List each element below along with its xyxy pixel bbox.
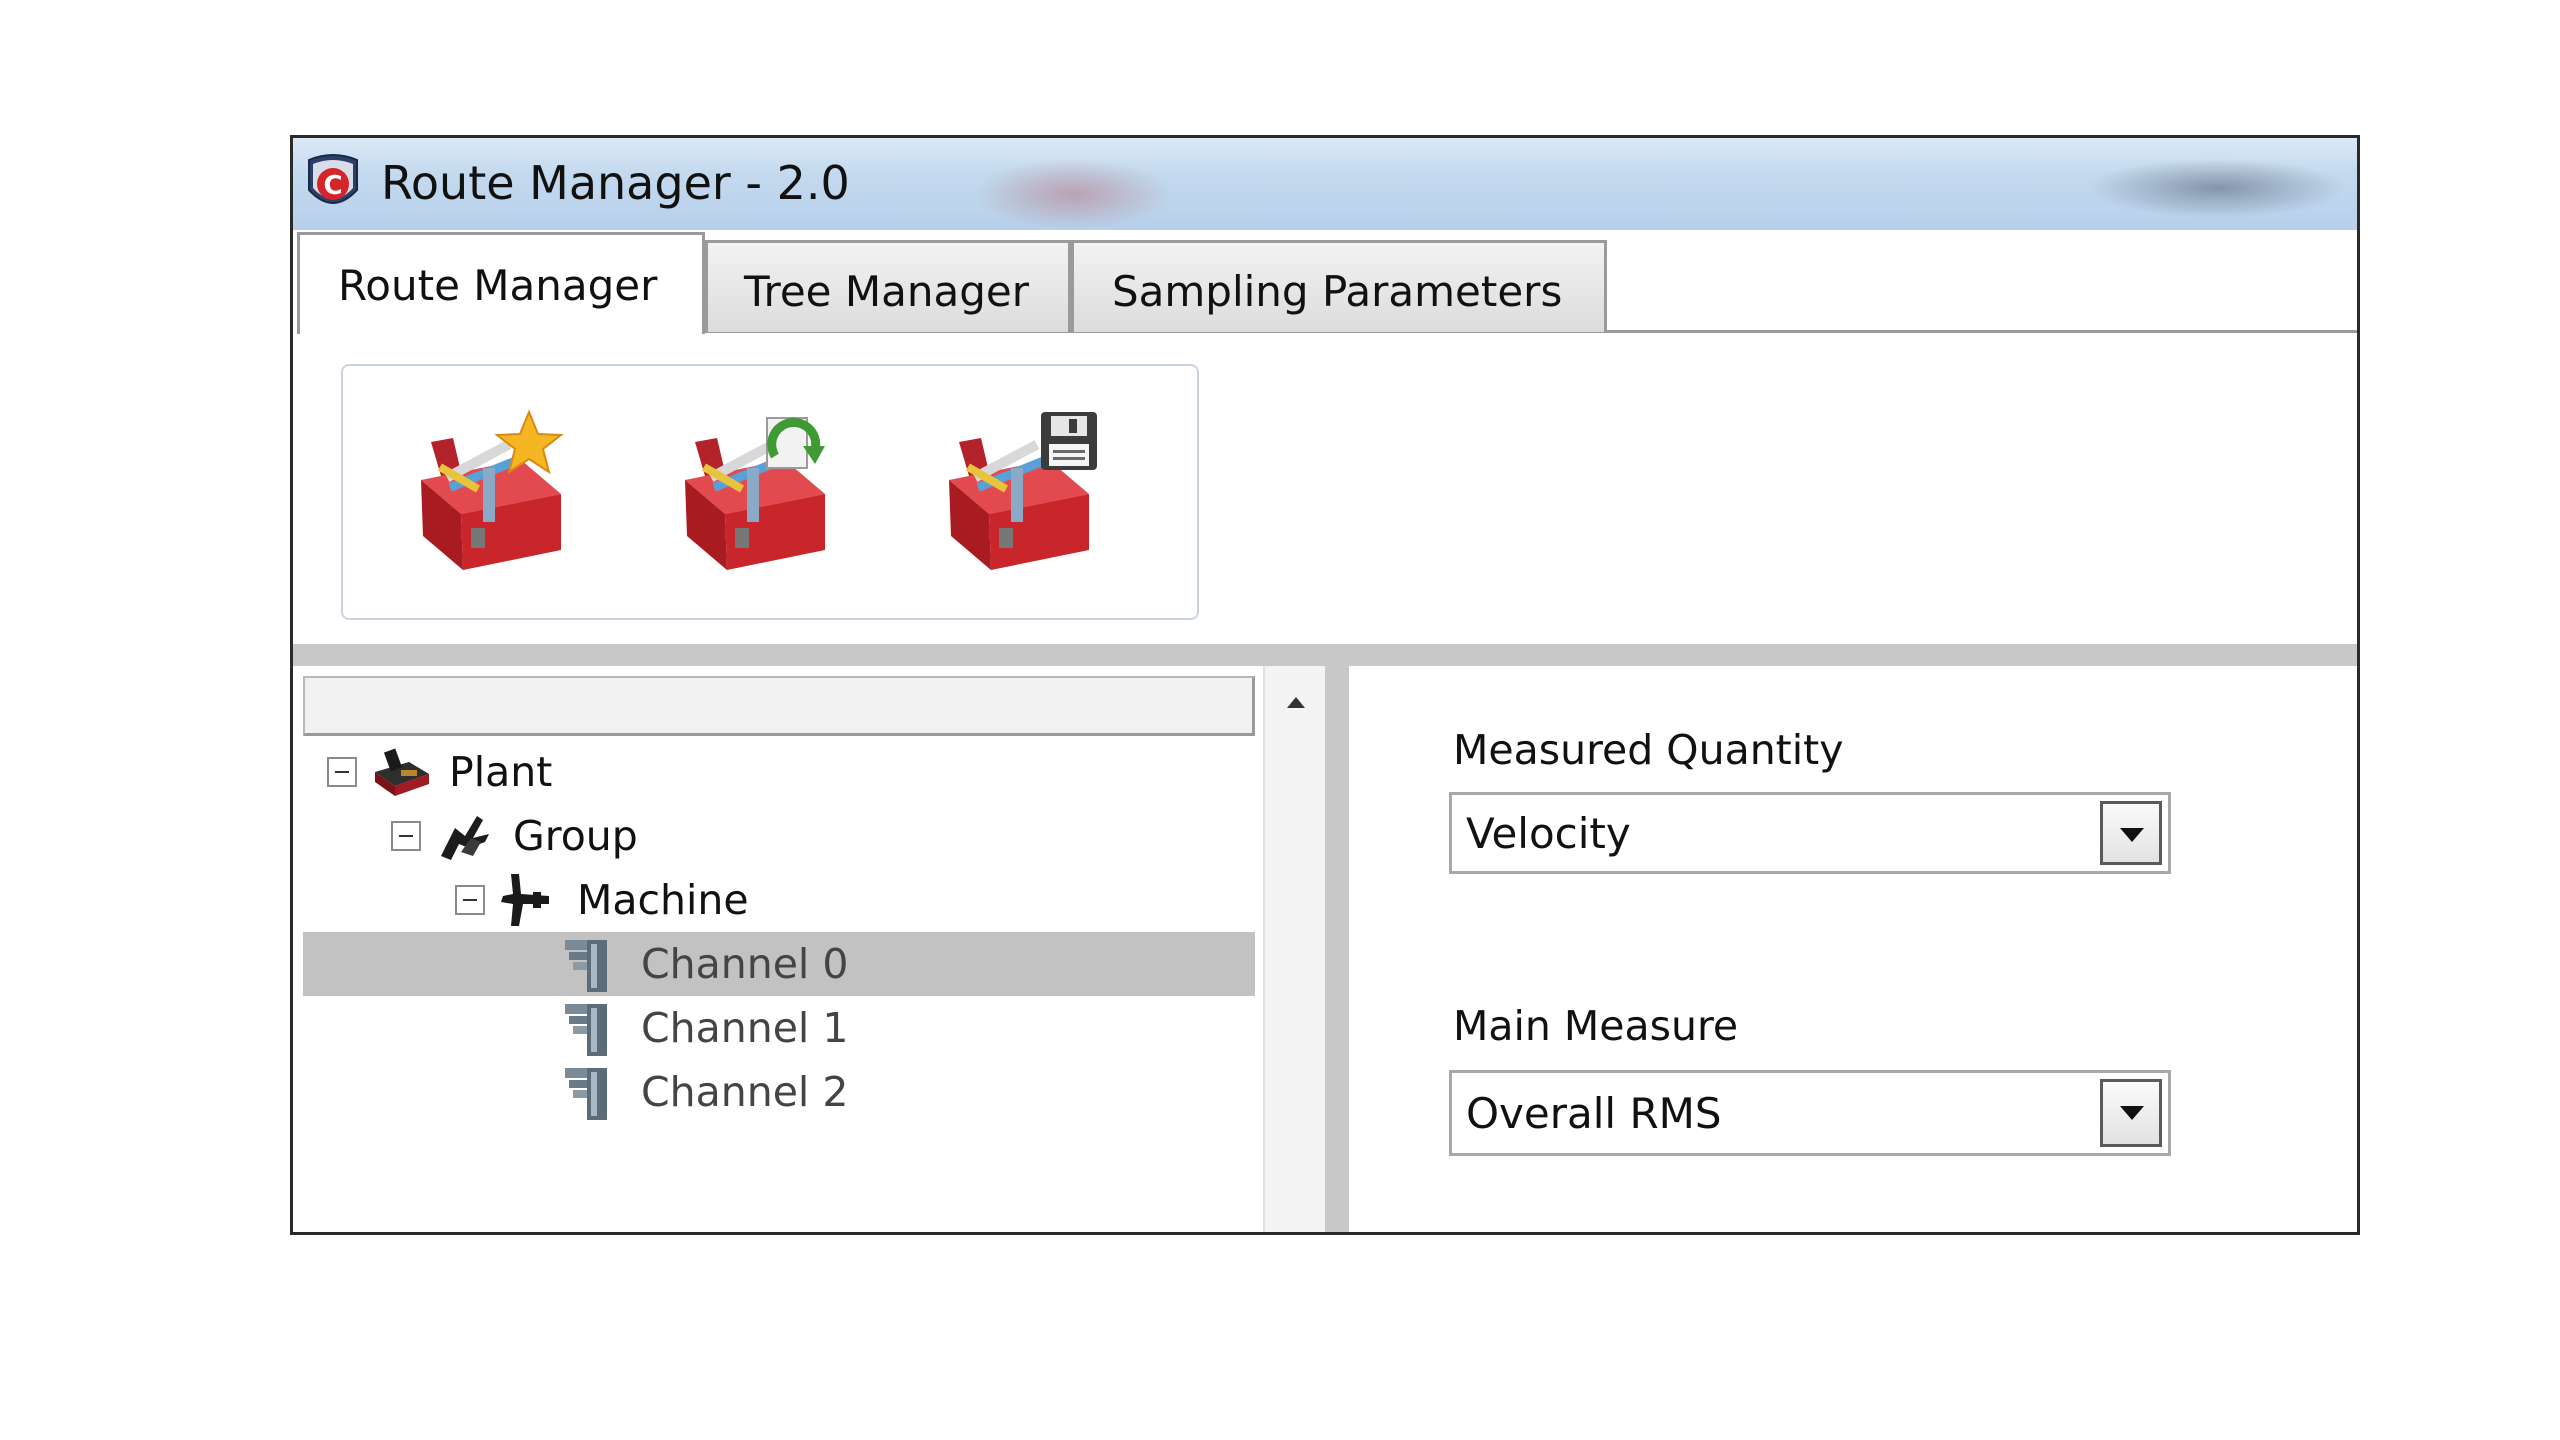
svg-text:C: C <box>323 171 342 201</box>
tree-node-label: Channel 2 <box>641 1068 849 1116</box>
toolbox-refresh-icon <box>665 417 825 572</box>
tree-node-channel-0[interactable]: Channel 0 <box>303 932 1255 996</box>
tree-node-machine[interactable]: Machine <box>303 868 1255 932</box>
tree-node-group[interactable]: Group <box>303 804 1255 868</box>
measured-quantity-label: Measured Quantity <box>1453 726 1844 774</box>
channel-icon <box>561 1064 625 1120</box>
main-measure-label: Main Measure <box>1453 1002 1739 1050</box>
tree-node-label: Channel 0 <box>641 940 849 988</box>
machine-icon <box>497 872 561 928</box>
tree-node-channel-1[interactable]: Channel 1 <box>303 996 1255 1060</box>
plant-icon <box>369 744 433 800</box>
tab-tree-manager[interactable]: Tree Manager <box>705 240 1071 332</box>
tree-vertical-scrollbar[interactable] <box>1263 666 1327 1232</box>
tab-route-manager[interactable]: Route Manager <box>297 232 705 336</box>
properties-panel: Measured Quantity Velocity Main Measure … <box>1349 666 2357 1232</box>
collapse-plant-toggle[interactable] <box>327 757 357 787</box>
measured-quantity-select[interactable]: Velocity <box>1449 792 2171 874</box>
horizontal-splitter[interactable] <box>293 644 2357 666</box>
title-bar[interactable]: C Route Manager - 2.0 <box>293 138 2357 232</box>
title-bar-background <box>2087 158 2347 218</box>
group-icon <box>433 808 497 864</box>
route-manager-app-icon[interactable]: C <box>301 150 365 216</box>
measured-quantity-value: Velocity <box>1466 809 1631 858</box>
main-measure-select[interactable]: Overall RMS <box>1449 1070 2171 1156</box>
tree-node-plant[interactable]: Plant <box>303 740 1255 804</box>
window-title: Route Manager - 2.0 <box>381 156 850 210</box>
tree-node-label: Plant <box>449 748 553 796</box>
new-route-button[interactable] <box>401 402 571 572</box>
tree-node-label: Machine <box>577 876 749 924</box>
refresh-route-button[interactable] <box>665 402 835 572</box>
tree-node-channel-2[interactable]: Channel 2 <box>303 1060 1255 1124</box>
tab-sampling-parameters[interactable]: Sampling Parameters <box>1071 240 1607 332</box>
dropdown-arrow-icon[interactable] <box>2100 1079 2162 1147</box>
save-route-button[interactable] <box>929 402 1099 572</box>
toolbar-area <box>293 334 2357 644</box>
toolbox-panel <box>341 364 1199 620</box>
title-bar-background <box>973 158 1173 230</box>
tab-bar: Route Manager Tree Manager Sampling Para… <box>293 230 2357 336</box>
collapse-group-toggle[interactable] <box>391 821 421 851</box>
toolbox-new-star-icon <box>401 409 564 572</box>
channel-icon <box>561 1000 625 1056</box>
tree-panel: Plant Group Machine Channel 0 Channel 1 … <box>293 666 1341 1232</box>
main-measure-value: Overall RMS <box>1466 1089 1722 1138</box>
collapse-machine-toggle[interactable] <box>455 885 485 915</box>
dropdown-arrow-icon[interactable] <box>2100 801 2162 865</box>
toolbox-save-icon <box>929 412 1097 572</box>
scroll-up-arrow-icon[interactable] <box>1265 676 1327 728</box>
tree-column-header[interactable] <box>303 676 1255 736</box>
vertical-splitter[interactable] <box>1325 666 1349 1232</box>
tree-node-label: Group <box>513 812 638 860</box>
channel-icon <box>561 936 625 992</box>
route-manager-window: C Route Manager - 2.0 Route Manager Tree… <box>290 135 2360 1235</box>
tree-node-label: Channel 1 <box>641 1004 849 1052</box>
